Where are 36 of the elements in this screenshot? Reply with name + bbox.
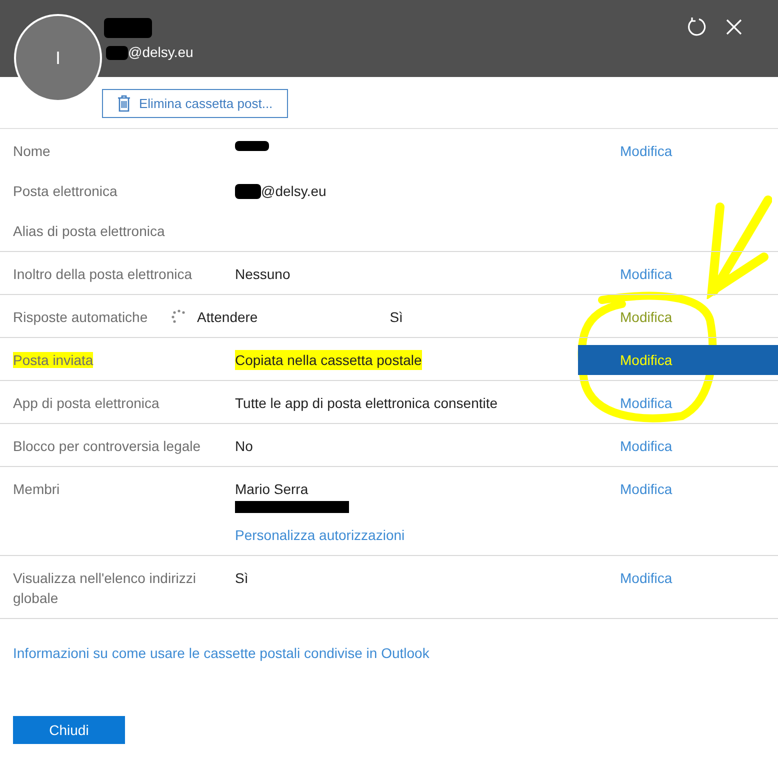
field-label: Risposte automatiche <box>13 309 148 325</box>
trash-icon <box>117 95 131 112</box>
field-value: Sì <box>235 569 248 588</box>
field-label: Blocco per controversia legale <box>13 438 201 454</box>
field-value: Tutte le app di posta elettronica consentite <box>235 394 498 413</box>
edit-link[interactable]: Modifica <box>578 479 672 545</box>
field-label: App di posta elettronica <box>13 395 160 411</box>
status-text: Attendere <box>197 308 258 327</box>
info-link[interactable]: Informazioni su come usare le cassette postali condivise in Outlook <box>13 645 430 661</box>
refresh-icon[interactable] <box>686 16 708 38</box>
avatar: I <box>14 14 102 102</box>
close-button[interactable]: Chiudi <box>13 716 125 744</box>
field-label: Alias di posta elettronica <box>13 223 165 239</box>
field-value: Copiata nella cassetta postale <box>235 350 422 370</box>
edit-link[interactable]: Modifica <box>578 307 672 327</box>
field-label: Membri <box>13 481 60 497</box>
spinner-icon <box>171 309 187 325</box>
field-value: Mario Serra <box>235 480 308 499</box>
field-label: Nome <box>13 143 50 159</box>
field-value: Sì <box>390 308 403 327</box>
email-address: @delsy.eu <box>128 43 194 62</box>
field-label: Posta elettronica <box>13 183 118 199</box>
edit-link[interactable]: Modifica <box>578 141 672 161</box>
field-value: Nessuno <box>235 265 290 284</box>
edit-link[interactable]: Modifica <box>578 393 672 413</box>
edit-link[interactable]: Modifica <box>578 345 778 375</box>
delete-mailbox-button[interactable]: Elimina cassetta post... <box>102 89 288 118</box>
edit-link[interactable]: Modifica <box>578 264 672 284</box>
field-value: @delsy.eu <box>261 182 326 201</box>
field-label: Visualizza nell'elenco indirizzi globale <box>13 570 196 606</box>
customize-permissions-link[interactable]: Personalizza autorizzazioni <box>235 525 405 545</box>
close-icon[interactable] <box>726 19 742 35</box>
field-value: No <box>235 437 253 456</box>
edit-link[interactable]: Modifica <box>578 568 672 608</box>
edit-link[interactable]: Modifica <box>578 436 672 456</box>
field-label: Inoltro della posta elettronica <box>13 266 192 282</box>
